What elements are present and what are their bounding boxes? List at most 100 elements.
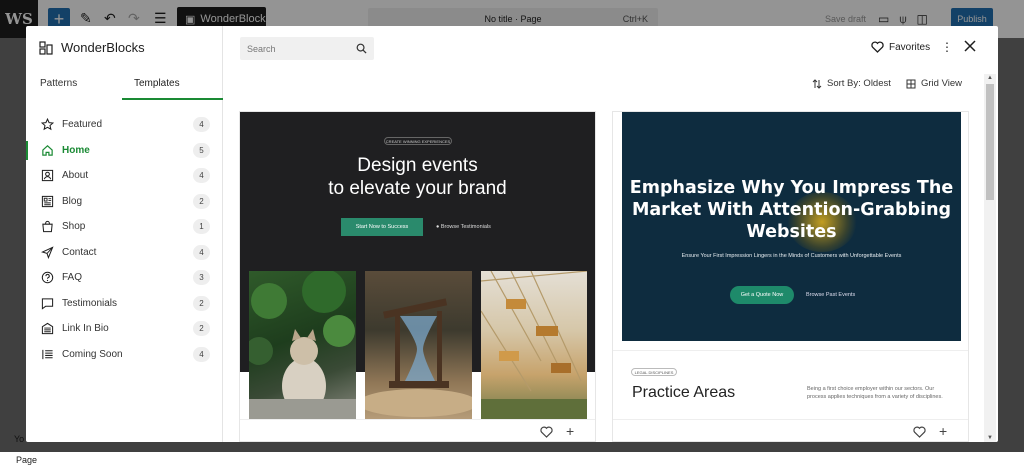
active-tab-indicator bbox=[122, 98, 223, 100]
brand-name: WonderBlocks bbox=[61, 40, 145, 55]
hourglass-photo bbox=[365, 271, 472, 419]
category-label: Shop bbox=[62, 221, 86, 233]
card-actions: + bbox=[613, 419, 968, 442]
category-label: Blog bbox=[62, 195, 83, 207]
view-label: Grid View bbox=[921, 78, 963, 89]
view-toggle-button[interactable]: Grid View bbox=[906, 78, 962, 89]
search-box bbox=[240, 37, 374, 60]
card-actions: + bbox=[240, 419, 595, 442]
preview-secondary-link: Browse Past Events bbox=[806, 292, 856, 298]
carousel-photo bbox=[481, 271, 587, 419]
category-count: 2 bbox=[193, 193, 210, 209]
preview-heading: Emphasize Why You Impress The Market Wit… bbox=[629, 178, 954, 242]
category-count: 1 bbox=[193, 219, 210, 235]
category-faq[interactable]: FAQ 3 bbox=[26, 265, 223, 291]
category-shop[interactable]: Shop 1 bbox=[26, 214, 223, 240]
comment-icon bbox=[41, 298, 54, 310]
editor-footer-breadcrumb: Page bbox=[0, 452, 1024, 468]
scroll-up-icon[interactable]: ▲ bbox=[987, 75, 993, 81]
tab-templates[interactable]: Templates bbox=[120, 78, 214, 100]
swing-ride-illustration bbox=[481, 271, 587, 419]
list-icon bbox=[42, 349, 53, 359]
category-count: 5 bbox=[193, 142, 210, 158]
scrollbar[interactable]: ▲ ▼ bbox=[984, 74, 996, 442]
sort-button[interactable]: Sort By: Oldest bbox=[812, 78, 891, 89]
preview-cta-button: Get a Quote Now bbox=[730, 286, 794, 304]
category-home[interactable]: Home 5 bbox=[26, 138, 223, 164]
category-featured[interactable]: Featured 4 bbox=[26, 112, 223, 138]
preview-subheading: Ensure Your First Impression Lingers in … bbox=[681, 253, 902, 259]
template-preview: Emphasize Why You Impress The Market Wit… bbox=[622, 112, 961, 341]
cat-illustration bbox=[249, 271, 356, 419]
template-preview: CREATE WINNING EXPERIENCES Design events… bbox=[240, 112, 595, 419]
preview-heading-line: Design events bbox=[357, 155, 478, 176]
category-label: Testimonials bbox=[62, 297, 118, 309]
category-label: Coming Soon bbox=[62, 348, 123, 360]
preview-secondary-link: ● Browse Testimonials bbox=[436, 224, 491, 230]
document-icon bbox=[41, 195, 54, 207]
category-blog[interactable]: Blog 2 bbox=[26, 189, 223, 215]
favorites-label: Favorites bbox=[889, 41, 931, 53]
more-options-icon[interactable]: ⋮ bbox=[941, 40, 953, 54]
category-count: 4 bbox=[193, 346, 210, 362]
category-count: 4 bbox=[193, 168, 210, 184]
category-label: Featured bbox=[62, 119, 103, 131]
scroll-down-icon[interactable]: ▼ bbox=[987, 435, 993, 441]
category-count: 2 bbox=[193, 321, 210, 337]
category-list: Featured 4 Home 5 About 4 Blog 2 Shop 1 … bbox=[26, 112, 223, 367]
category-label: About bbox=[62, 170, 89, 182]
modal-tabs: Patterns Templates bbox=[26, 78, 223, 100]
preview-section-title: Practice Areas bbox=[632, 384, 736, 401]
grid-icon bbox=[906, 79, 916, 88]
wonderblocks-modal: WonderBlocks Patterns Templates Featured… bbox=[26, 26, 998, 442]
favorites-button[interactable]: Favorites bbox=[871, 41, 930, 53]
modal-main: Favorites ⋮ Sort By: Oldest Grid View CR… bbox=[223, 26, 998, 442]
category-testimonials[interactable]: Testimonials 2 bbox=[26, 291, 223, 317]
cat-photo bbox=[249, 271, 356, 419]
category-about[interactable]: About 4 bbox=[26, 163, 223, 189]
category-label: FAQ bbox=[62, 272, 83, 284]
category-count: 4 bbox=[193, 244, 210, 260]
category-label: Contact bbox=[62, 246, 97, 258]
search-input[interactable] bbox=[240, 37, 350, 60]
template-card[interactable]: Emphasize Why You Impress The Market Wit… bbox=[612, 111, 969, 442]
hourglass-illustration bbox=[365, 298, 472, 417]
preview-cta-button: Start Now to Success bbox=[341, 218, 423, 236]
category-label: Home bbox=[62, 144, 90, 156]
insert-plus-icon[interactable]: + bbox=[566, 424, 574, 438]
preview-link-text: Browse Testimonials bbox=[440, 224, 491, 230]
modal-sidebar: WonderBlocks Patterns Templates Featured… bbox=[26, 26, 223, 442]
send-icon bbox=[41, 246, 54, 259]
scrollbar-thumb[interactable] bbox=[986, 84, 994, 200]
preview-tag: LEGAL DISCIPLINES bbox=[631, 368, 677, 376]
insert-plus-icon[interactable]: + bbox=[939, 424, 947, 438]
modal-brand: WonderBlocks bbox=[39, 40, 145, 55]
tab-patterns[interactable]: Patterns bbox=[26, 78, 120, 100]
category-count: 3 bbox=[193, 270, 210, 286]
heart-icon bbox=[871, 41, 884, 53]
category-coming-soon[interactable]: Coming Soon 4 bbox=[26, 342, 223, 368]
search-icon[interactable] bbox=[356, 43, 367, 54]
category-label: Link In Bio bbox=[62, 323, 109, 335]
sort-label: Sort By: Oldest bbox=[827, 78, 891, 89]
shop-icon bbox=[42, 221, 53, 233]
star-icon bbox=[41, 118, 54, 131]
preview-section: LEGAL DISCIPLINES Practice Areas Being a… bbox=[613, 350, 968, 419]
category-contact[interactable]: Contact 4 bbox=[26, 240, 223, 266]
favorite-heart-icon[interactable] bbox=[540, 426, 553, 438]
person-icon bbox=[41, 170, 54, 182]
help-icon bbox=[41, 272, 54, 284]
home-icon bbox=[42, 144, 53, 156]
category-count: 2 bbox=[193, 295, 210, 311]
preview-section-text: Being a first choice employer within our… bbox=[807, 386, 943, 400]
building-icon bbox=[41, 323, 54, 335]
favorite-heart-icon[interactable] bbox=[913, 426, 926, 438]
preview-heading-line: to elevate your brand bbox=[328, 178, 507, 199]
template-card[interactable]: CREATE WINNING EXPERIENCES Design events… bbox=[239, 111, 596, 442]
close-icon[interactable] bbox=[963, 39, 977, 53]
category-link-in-bio[interactable]: Link In Bio 2 bbox=[26, 316, 223, 342]
wonderblocks-logo-icon bbox=[39, 40, 53, 55]
sort-icon bbox=[812, 78, 822, 89]
preview-heading: Design events to elevate your brand bbox=[240, 154, 595, 200]
category-count: 4 bbox=[193, 117, 210, 133]
